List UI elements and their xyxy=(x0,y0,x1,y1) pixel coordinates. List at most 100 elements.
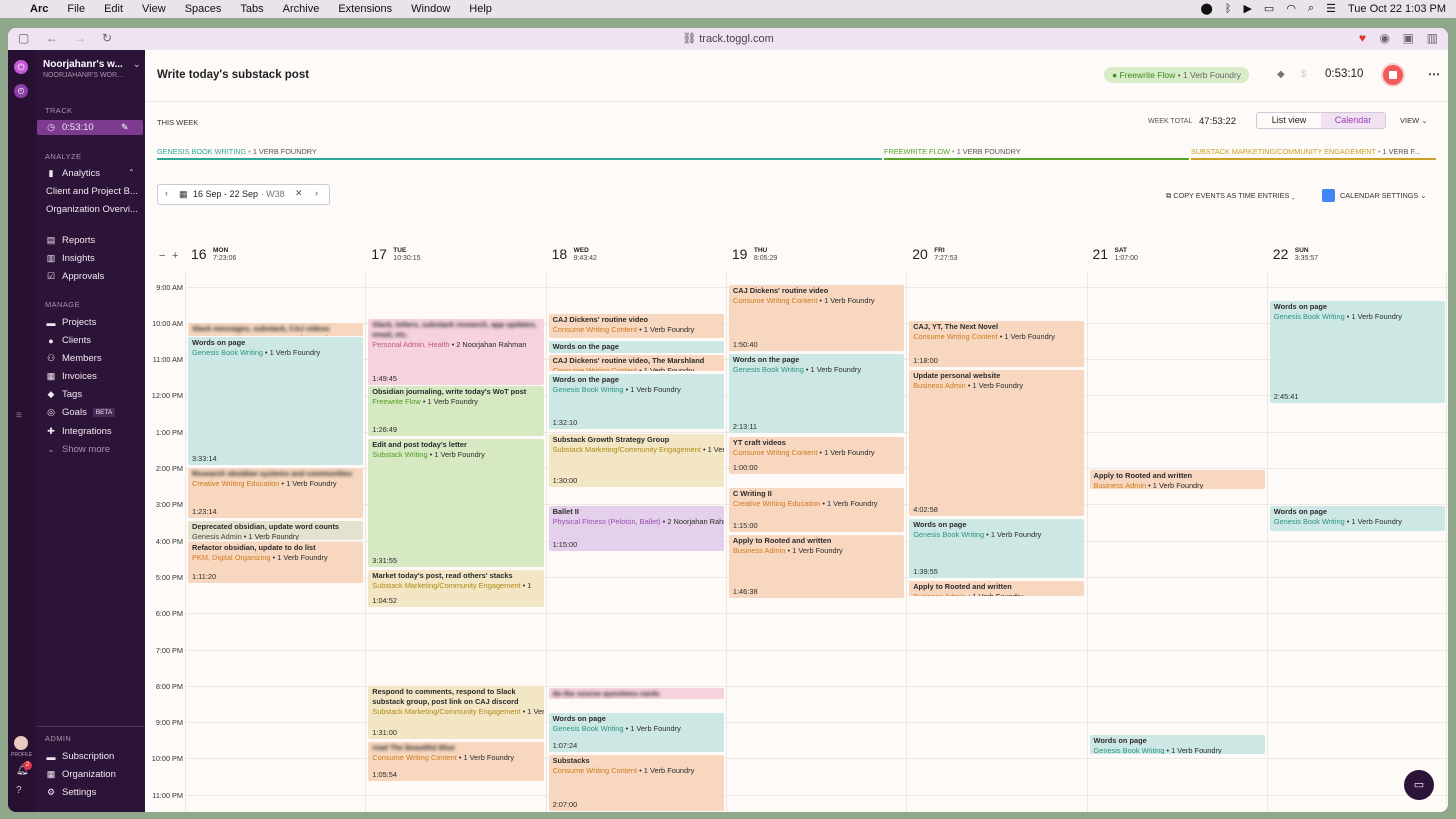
app-menu[interactable]: Arc xyxy=(30,3,48,15)
time-entry[interactable]: Substack Growth Strategy Group Substack M… xyxy=(548,433,724,487)
chat-support-icon[interactable]: ▭ xyxy=(1404,770,1434,800)
time-entry[interactable]: Obsidian journaling, write today's WoT p… xyxy=(368,386,544,437)
timer-description[interactable]: Write today's substack post xyxy=(157,69,309,81)
day-header[interactable]: 22 SUN 3:35:57 xyxy=(1273,246,1393,266)
menu-tabs[interactable]: Tabs xyxy=(240,3,263,15)
day-header[interactable]: 20 FRI 7:27:53 xyxy=(912,246,1032,266)
calendar-view-button[interactable]: Calendar xyxy=(1321,113,1385,128)
zoom-out-button[interactable]: − xyxy=(159,250,165,262)
project-pill[interactable]: ● Freewrite Flow • 1 Verb Foundry xyxy=(1104,67,1250,83)
sidebar-item-org-overview[interactable]: Organization Overvi... xyxy=(46,204,138,215)
next-week-icon[interactable]: › xyxy=(315,188,318,198)
sidebar-item-approvals[interactable]: ☑ Approvals xyxy=(46,271,104,282)
timer-app-icon[interactable]: ◴ xyxy=(14,84,28,98)
toggl-extension-icon[interactable]: ◉ xyxy=(1380,31,1390,45)
menu-view[interactable]: View xyxy=(142,3,166,15)
list-view-button[interactable]: List view xyxy=(1257,113,1321,128)
time-entry[interactable]: Words on page Genesis Book Writing • 1 Ve… xyxy=(548,713,724,752)
copy-events-button[interactable]: ⧉ COPY EVENTS AS TIME ENTRIES ⌄ xyxy=(1166,191,1295,201)
sidebar-item-invoices[interactable]: ▦ Invoices xyxy=(46,371,97,382)
sidebar-item-projects[interactable]: ▬ Projects xyxy=(46,317,97,328)
sidebar-item-show-more[interactable]: ⌄ Show more xyxy=(46,444,110,455)
search-icon[interactable]: ⌕ xyxy=(1308,2,1314,15)
time-entry[interactable]: Apply to Rooted and writtenBusiness Admi… xyxy=(728,535,905,598)
clock[interactable]: Tue Oct 22 1:03 PM xyxy=(1348,3,1446,15)
day-header[interactable]: 16 MON 7:23:06 xyxy=(191,246,311,266)
clear-range-icon[interactable]: ✕ xyxy=(295,188,303,199)
toggl-logo-icon[interactable]: ⏻ xyxy=(14,60,28,74)
workspace-name[interactable]: Noorjahanr's w... xyxy=(43,59,123,70)
sidebar-item-reports[interactable]: ▤ Reports xyxy=(46,235,96,246)
sidebar-item-client-project[interactable]: Client and Project B... xyxy=(46,186,138,197)
time-entry[interactable]: Apply to Rooted and writtenBusiness Admi… xyxy=(1089,469,1265,489)
bluetooth-icon[interactable]: ᛒ xyxy=(1225,3,1232,15)
time-entry[interactable]: Ballet II Physical Fitness (Peloton, Ball… xyxy=(548,506,724,551)
battery-icon[interactable]: ▭ xyxy=(1264,2,1274,15)
timer-nav[interactable]: ◷ 0:53:10 xyxy=(46,122,94,133)
menu-edit[interactable]: Edit xyxy=(104,3,123,15)
time-entry[interactable]: Words on page Genesis Book Writing • 1 Ve… xyxy=(1269,301,1446,404)
time-entry[interactable]: Refactor obsidian, update to do list PKM,… xyxy=(188,542,364,584)
sidebar-item-tags[interactable]: ◆ Tags xyxy=(46,389,83,400)
sidebar-item-members[interactable]: ⚇ Members xyxy=(46,353,102,364)
time-entry[interactable]: Slack messages, substack, CAJ videosCons… xyxy=(188,322,364,337)
time-entry[interactable]: CAJ Dickens' routine video Consume Writin… xyxy=(728,284,905,351)
time-entry[interactable]: Words on the page Genesis Book Writing • … xyxy=(728,353,905,433)
sidebar-item-integrations[interactable]: ✚ Integrations xyxy=(46,426,111,437)
time-entry[interactable]: Words on page Genesis Book Writing • 1 Ve… xyxy=(188,337,364,466)
tag-icon-header[interactable]: ◆ xyxy=(1277,69,1285,80)
time-entry[interactable]: Deprecated obsidian, update word counts G… xyxy=(188,520,364,540)
menu-spaces[interactable]: Spaces xyxy=(185,3,222,15)
time-entry[interactable]: Words on the page Genesis Book Writing • … xyxy=(548,373,724,429)
time-entry[interactable]: CAJ Dickens' routine video Consume Writin… xyxy=(548,313,724,339)
time-entry[interactable]: Words on the page xyxy=(548,340,724,353)
menu-extensions[interactable]: Extensions xyxy=(338,3,392,15)
day-header[interactable]: 18 WED 9:43:42 xyxy=(552,246,672,266)
collapse-icon[interactable]: ≡ xyxy=(16,410,22,421)
split-view-icon[interactable]: ▥ xyxy=(1427,31,1438,45)
time-entry[interactable]: Respond to comments, respond to Slack su… xyxy=(368,685,544,740)
url-bar[interactable]: ⛓ track.toggl.com xyxy=(8,32,1448,45)
menu-help[interactable]: Help xyxy=(469,3,492,15)
sidebar-item-analytics[interactable]: ▮ Analytics xyxy=(46,168,101,179)
time-entry[interactable]: CAJ Dickens' routine video, The Marshlan… xyxy=(548,355,724,371)
sidebar-item-settings[interactable]: ⚙ Settings xyxy=(46,787,96,798)
day-header[interactable]: 21 SAT 1:07:00 xyxy=(1093,246,1213,266)
chevron-up-icon[interactable]: ⌃ xyxy=(128,168,135,177)
profile-avatar[interactable] xyxy=(14,736,28,750)
stop-button[interactable] xyxy=(1383,65,1403,85)
time-entry[interactable]: do the course questions cards xyxy=(548,687,724,700)
extensions-icon[interactable]: ▣ xyxy=(1403,31,1414,45)
time-entry[interactable]: Edit and post today's letter Substack Wri… xyxy=(368,438,544,567)
sidebar-item-organization[interactable]: ▦ Organization xyxy=(46,769,116,780)
time-entry[interactable]: Slack, letters, substack research, app u… xyxy=(368,319,544,386)
view-dropdown[interactable]: VIEW ⌄ xyxy=(1400,116,1428,125)
pocket-icon[interactable]: ♥ xyxy=(1359,31,1366,45)
time-entry[interactable]: read The Beautiful Blue Consume Writing C… xyxy=(368,742,544,781)
zoom-in-button[interactable]: + xyxy=(172,250,178,262)
play-icon[interactable]: ▶ xyxy=(1243,2,1251,15)
prev-week-icon[interactable]: ‹ xyxy=(165,188,168,198)
status-icon[interactable]: ⬤ xyxy=(1201,2,1213,15)
menu-window[interactable]: Window xyxy=(411,3,450,15)
menu-archive[interactable]: Archive xyxy=(283,3,320,15)
menu-file[interactable]: File xyxy=(67,3,85,15)
time-entry[interactable]: Words on page Genesis Book Writing • 1 Ve… xyxy=(909,518,1085,578)
time-entry[interactable]: Words on page Genesis Book Writing • 1 Ve… xyxy=(1089,734,1265,754)
workspace-chevron-icon[interactable]: ⌄ xyxy=(133,59,141,70)
date-range[interactable]: 16 Sep - 22 Sep · W38 xyxy=(193,189,285,199)
time-entry[interactable]: Market today's post, read others' stacks… xyxy=(368,569,544,607)
time-entry[interactable]: Research obsidian systems and communitie… xyxy=(188,468,364,518)
day-header[interactable]: 17 TUE 10:30:15 xyxy=(371,246,491,266)
time-entry[interactable]: Update personal website Business Admin • … xyxy=(909,370,1085,516)
time-entry[interactable]: Words on page Genesis Book Writing • 1 Ve… xyxy=(1269,506,1446,531)
sidebar-item-goals[interactable]: ◎ Goals BETA xyxy=(46,407,116,418)
day-header[interactable]: 19 THU 8:05:29 xyxy=(732,246,852,266)
time-entry[interactable]: Substacks Consume Writing Content • 1 Ver… xyxy=(548,754,724,811)
sidebar-item-insights[interactable]: ▥ Insights xyxy=(46,253,95,264)
sidebar-item-subscription[interactable]: ▬ Subscription xyxy=(46,751,115,762)
time-entry[interactable]: CAJ, YT, The Next Novel Consume Writing C… xyxy=(909,321,1085,368)
wifi-icon[interactable]: ◠ xyxy=(1286,2,1296,15)
time-entry[interactable]: Apply to Rooted and writtenBusiness Admi… xyxy=(909,580,1085,596)
time-entry[interactable]: YT craft videos Consume Writing Content •… xyxy=(728,437,905,475)
